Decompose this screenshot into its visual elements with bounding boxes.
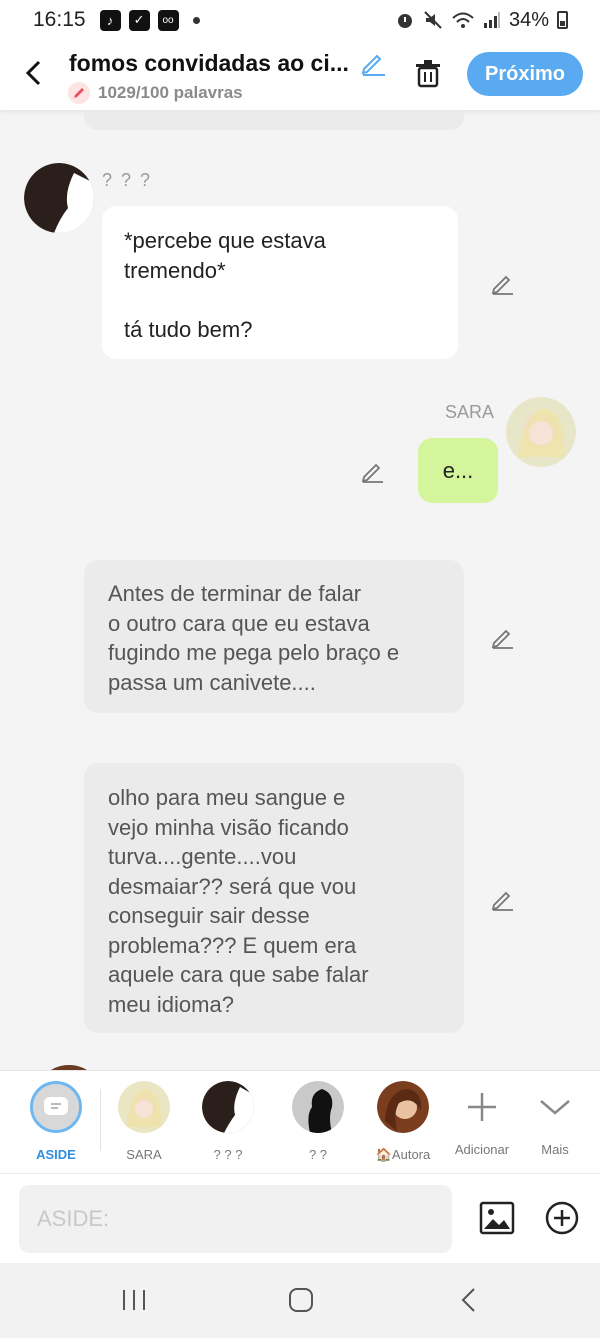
voicemail-icon: oo <box>157 9 179 31</box>
narration-bubble[interactable]: olho para meu sangue e vejo minha visão … <box>84 763 464 1033</box>
add-character-button[interactable]: Adicionar <box>447 1081 517 1157</box>
next-button[interactable]: Próximo <box>467 52 583 96</box>
edit-title-icon[interactable] <box>360 50 386 76</box>
edit-message-icon[interactable] <box>361 459 385 483</box>
chat-area[interactable]: ? ? ? *percebe que estava tremendo* tá t… <box>0 110 600 1070</box>
edit-message-icon[interactable] <box>491 271 515 295</box>
alarm-icon <box>397 14 412 28</box>
back-icon[interactable] <box>458 1287 480 1313</box>
status-bar: 16:15 ♪ ✓ oo 34% <box>0 0 600 40</box>
edit-message-icon[interactable] <box>491 887 515 911</box>
back-arrow-icon[interactable] <box>22 58 46 88</box>
more-characters-button[interactable]: Mais <box>520 1081 590 1157</box>
recent-apps-icon[interactable] <box>121 1287 147 1313</box>
speaker-name: SARA <box>445 402 495 422</box>
narration-icon <box>44 1097 68 1115</box>
word-count-label: 1029/100 palavras <box>98 83 243 102</box>
message-bubble[interactable]: *percebe que estava tremendo* tá tudo be… <box>102 206 458 359</box>
signal-icon <box>483 12 500 28</box>
home-icon[interactable] <box>288 1287 314 1313</box>
avatar-question-marks[interactable] <box>24 163 94 233</box>
character-author[interactable]: 🏠Autora <box>368 1081 438 1163</box>
previous-message-bubble <box>84 110 464 130</box>
checkbox-icon: ✓ <box>128 9 150 31</box>
trash-icon[interactable] <box>414 58 442 88</box>
character-question-3[interactable]: ? ? ? <box>193 1081 263 1162</box>
composer <box>0 1173 600 1263</box>
battery-percent: 34% <box>508 8 549 31</box>
story-header: fomos convidadas ao ci... 1029/100 palav… <box>0 40 600 110</box>
speaker-name: ? ? ? <box>102 170 153 190</box>
pencil-icon <box>68 82 90 104</box>
battery-icon <box>557 11 568 29</box>
mute-icon <box>424 11 442 29</box>
status-time: 16:15 <box>33 8 86 31</box>
story-title: fomos convidadas ao ci... <box>69 50 349 76</box>
word-count: 1029/100 palavras <box>68 82 243 104</box>
wifi-icon <box>452 12 474 28</box>
character-selector: ASIDE SARA ? ? ? ? ? 🏠Autora Adicionar M… <box>0 1070 600 1173</box>
edit-message-icon[interactable] <box>491 625 515 649</box>
narration-bubble[interactable]: Antes de terminar de falar o outro cara … <box>84 560 464 713</box>
android-nav-bar <box>0 1263 600 1338</box>
tiktok-icon: ♪ <box>99 9 121 31</box>
image-icon[interactable] <box>479 1201 515 1235</box>
character-question-2[interactable]: ? ? <box>283 1081 353 1162</box>
notification-dot-icon <box>192 16 200 24</box>
message-bubble-own[interactable]: e... <box>418 438 498 503</box>
character-aside[interactable]: ASIDE <box>21 1081 91 1162</box>
plus-icon <box>468 1093 496 1121</box>
add-circle-icon[interactable] <box>545 1201 579 1235</box>
chevron-down-icon <box>540 1100 570 1115</box>
divider <box>100 1089 101 1151</box>
avatar-sara[interactable] <box>506 397 576 467</box>
message-input[interactable] <box>19 1185 452 1253</box>
character-sara[interactable]: SARA <box>109 1081 179 1162</box>
